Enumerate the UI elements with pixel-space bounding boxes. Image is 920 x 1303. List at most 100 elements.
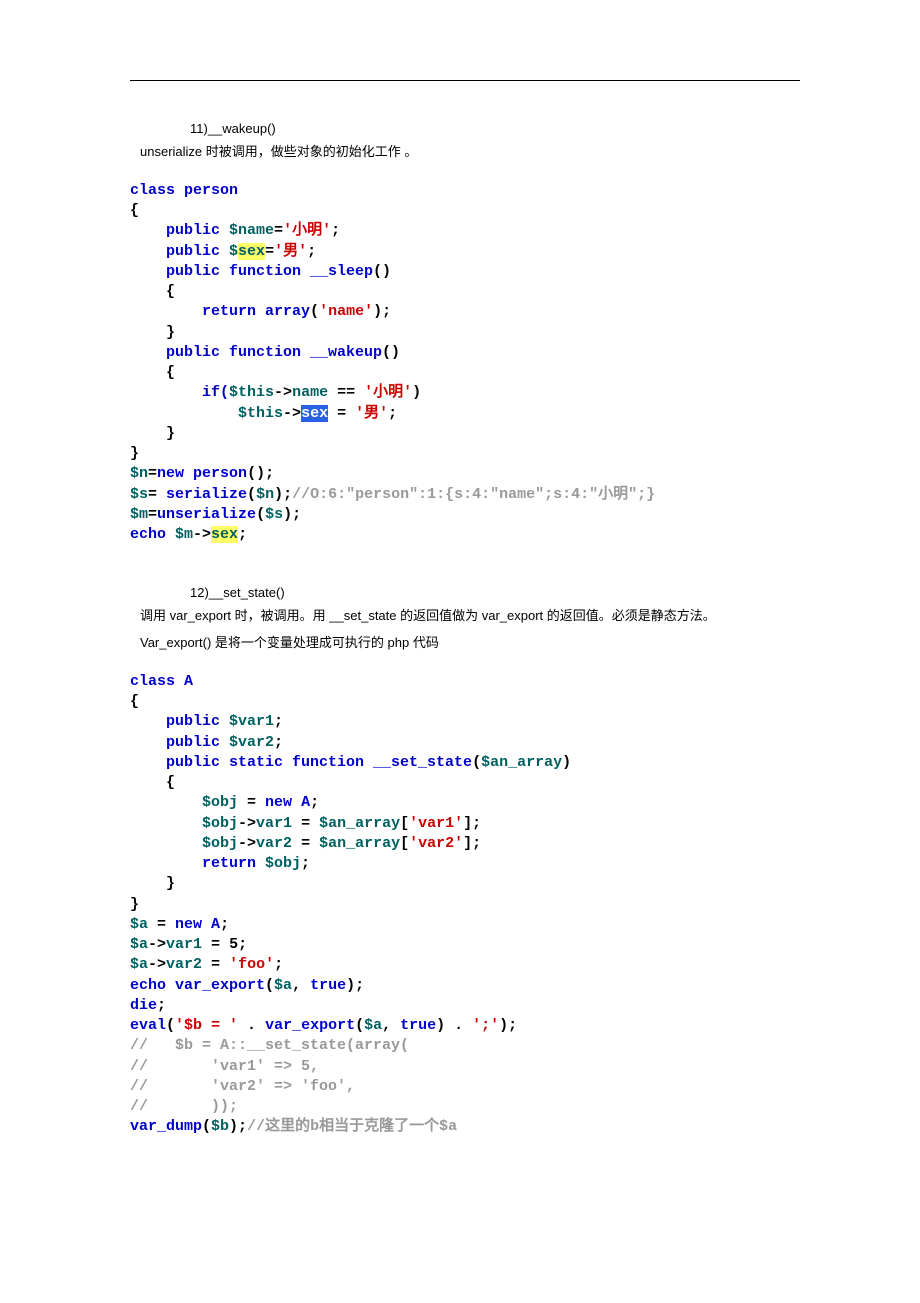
code-token: $a [364, 1017, 382, 1034]
code-token: , [382, 1017, 400, 1034]
code-token: = [238, 794, 265, 811]
code-token: ); [283, 506, 301, 523]
code-token: $an_array [319, 835, 400, 852]
code-token: [ [400, 815, 409, 832]
code-token: new [175, 916, 211, 933]
code-token: $this [238, 405, 283, 422]
code-comment: // 'var1' => 5, [130, 1058, 319, 1075]
code-token: unserialize [157, 506, 256, 523]
code-token: array [265, 303, 310, 320]
code-token: $a [130, 916, 148, 933]
code-token [130, 835, 202, 852]
code-token: ); [274, 486, 292, 503]
code-token: A [184, 673, 193, 690]
code-token: '男' [274, 243, 307, 260]
code-token: public static function [130, 754, 373, 771]
code-token: ( [202, 1118, 211, 1135]
code-token: ; [310, 794, 319, 811]
code-token: } [130, 425, 175, 442]
code-token: name [292, 384, 328, 401]
code-token [130, 405, 238, 422]
text-part: unserialize [140, 144, 202, 159]
code-token: $obj [202, 835, 238, 852]
code-token: = [148, 486, 166, 503]
code-token: } [130, 896, 139, 913]
code-token: ( [256, 506, 265, 523]
code-token: == [328, 384, 364, 401]
code-token: serialize [166, 486, 247, 503]
code-token: public [130, 222, 229, 239]
code-token: echo [130, 977, 175, 994]
code-token: A [211, 916, 220, 933]
code-token: public function [130, 263, 310, 280]
code-token: $var1 [229, 713, 274, 730]
section-12-heading: 12)__set_state() [190, 585, 800, 600]
code-token: } [130, 875, 175, 892]
code-token: = [202, 956, 229, 973]
code-token: $ [229, 243, 238, 260]
code-token: $n [130, 465, 148, 482]
code-token: class [130, 182, 184, 199]
code-token: -> [238, 815, 256, 832]
code-token: ';' [472, 1017, 499, 1034]
code-token: -> [238, 835, 256, 852]
code-token: $an_array [481, 754, 562, 771]
code-token: ( [265, 977, 274, 994]
code-token: ) [412, 384, 421, 401]
code-token: ); [499, 1017, 517, 1034]
code-token-selected: sex [301, 405, 328, 422]
code-token: var2 [256, 835, 292, 852]
section-12-desc-2: Var_export() 是将一个变量处理成可执行的 php 代码 [140, 633, 800, 654]
code-token: ( [472, 754, 481, 771]
code-token: -> [148, 956, 166, 973]
section-11-desc: unserialize 时被调用，做些对象的初始化工作 。 [140, 142, 800, 163]
code-token: var1 [166, 936, 202, 953]
code-token: public [130, 243, 229, 260]
code-token: . [238, 1017, 265, 1034]
code-token: ) [562, 754, 571, 771]
code-token: ) . [436, 1017, 472, 1034]
code-token: -> [193, 526, 211, 543]
code-token: -> [148, 936, 166, 953]
code-token: ; [331, 222, 340, 239]
text-part: 时被调用，做些对象的初始化工作 [202, 144, 401, 159]
code-token: var1 [256, 815, 292, 832]
code-token: ; [301, 855, 310, 872]
code-token: '$b = ' [175, 1017, 238, 1034]
code-token: 5 [229, 936, 238, 953]
code-token: ; [238, 936, 247, 953]
code-token: () [373, 263, 391, 280]
code-token: return [130, 855, 265, 872]
text-part: 时，被调用。用 [231, 608, 326, 623]
code-token: ; [388, 405, 397, 422]
code-token: '男' [355, 405, 388, 422]
code-token: ); [229, 1118, 247, 1135]
code-token-highlight: sex [211, 526, 238, 543]
text-part: var_export [478, 608, 543, 623]
code-token: { [130, 774, 175, 791]
code-token: ; [274, 713, 283, 730]
code-token: = [148, 916, 175, 933]
text-part: 的返回值做为 [397, 608, 479, 623]
code-token: var2 [166, 956, 202, 973]
text-part: 。 [401, 144, 418, 159]
code-token: $an_array [319, 815, 400, 832]
code-token: (); [247, 465, 274, 482]
code-token-highlight: sex [238, 243, 265, 260]
code-token: $name [229, 222, 274, 239]
code-token: $a [274, 977, 292, 994]
code-token: ); [346, 977, 364, 994]
code-token: ( [247, 486, 256, 503]
code-token: ( [310, 303, 319, 320]
code-token: = [265, 243, 274, 260]
code-token: person [184, 182, 238, 199]
text-part: 调用 var_export [140, 608, 231, 623]
code-token: ( [355, 1017, 364, 1034]
code-token: public function [130, 344, 310, 361]
code-token: $obj [265, 855, 301, 872]
section-11-heading: 11)__wakeup() [190, 121, 800, 136]
code-token: $this [229, 384, 274, 401]
code-token: __wakeup [310, 344, 382, 361]
code-token [130, 794, 202, 811]
code-token: die [130, 997, 157, 1014]
